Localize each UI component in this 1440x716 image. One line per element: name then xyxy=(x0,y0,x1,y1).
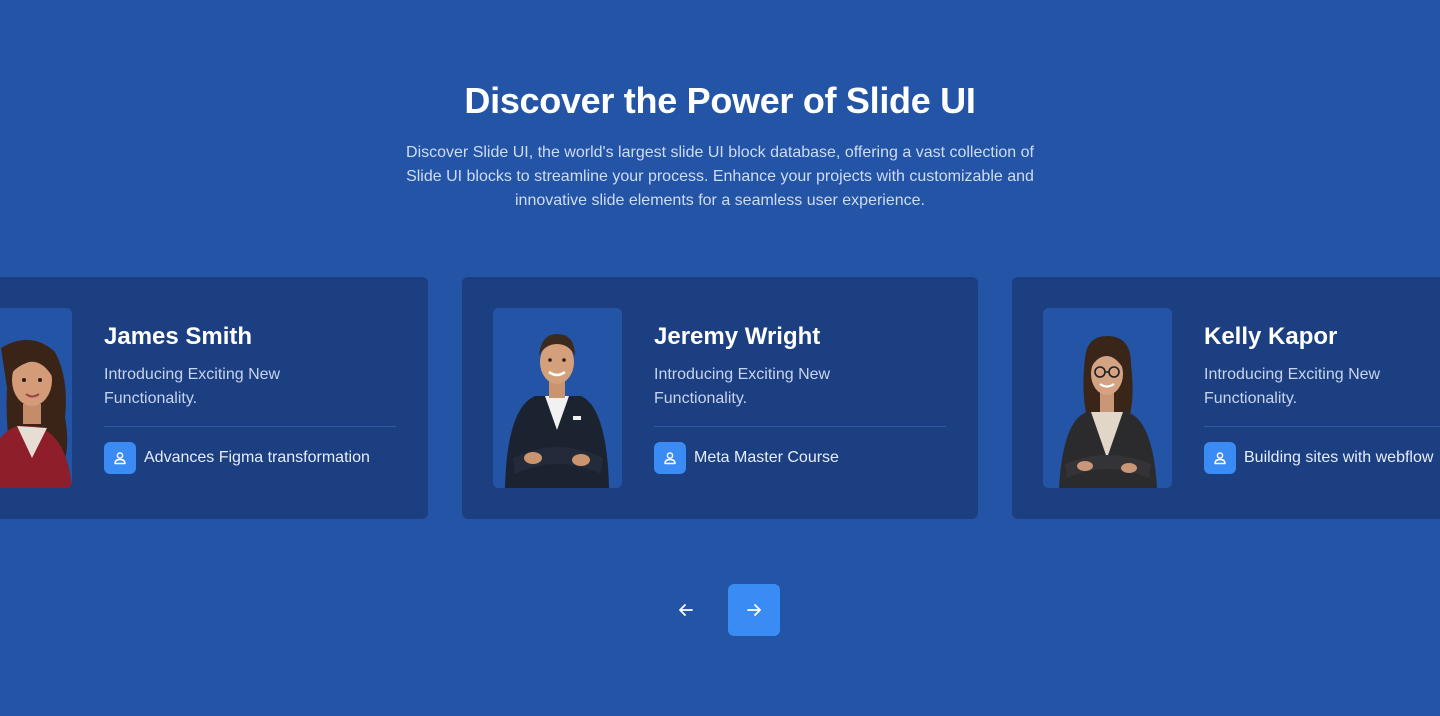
profile-description: Introducing Exciting New Functionality. xyxy=(104,366,281,407)
course-label: Advances Figma transformation xyxy=(144,449,370,466)
profile-name: Jeremy Wright xyxy=(654,323,821,350)
user-icon xyxy=(104,442,136,474)
slide-section: Discover the Power of Slide UI Discover … xyxy=(0,0,1440,716)
course-link[interactable]: Meta Master Course xyxy=(654,442,839,474)
user-icon xyxy=(1204,442,1236,474)
carousel-navigation xyxy=(660,584,780,636)
user-icon xyxy=(654,442,686,474)
profile-name: James Smith xyxy=(104,323,253,350)
arrow-left-icon xyxy=(679,604,693,616)
profile-photo xyxy=(0,308,72,488)
card-divider xyxy=(104,426,396,427)
profile-photo xyxy=(1043,308,1172,488)
profile-description: Introducing Exciting New Functionality. xyxy=(654,366,831,407)
profile-card[interactable]: Kelly Kapor Introducing Exciting New Fun… xyxy=(1012,277,1440,519)
profile-photo xyxy=(493,308,622,488)
section-title: Discover the Power of Slide UI xyxy=(464,80,976,121)
card-carousel[interactable]: James Smith Introducing Exciting New Fun… xyxy=(0,277,1440,519)
card-divider xyxy=(1204,426,1440,427)
arrow-right-icon xyxy=(747,604,761,616)
profile-card[interactable]: James Smith Introducing Exciting New Fun… xyxy=(0,277,428,519)
course-link[interactable]: Advances Figma transformation xyxy=(104,442,370,474)
card-divider xyxy=(654,426,946,427)
profile-card[interactable]: Jeremy Wright Introducing Exciting New F… xyxy=(462,277,978,519)
prev-button[interactable] xyxy=(660,584,712,636)
course-link[interactable]: Building sites with webflow xyxy=(1204,442,1433,474)
course-label: Meta Master Course xyxy=(694,449,839,466)
next-button[interactable] xyxy=(728,584,780,636)
profile-name: Kelly Kapor xyxy=(1204,323,1338,350)
course-label: Building sites with webflow xyxy=(1244,449,1434,466)
section-subtitle: Discover Slide UI, the world's largest s… xyxy=(406,144,1034,209)
profile-description: Introducing Exciting New Functionality. xyxy=(1204,366,1381,407)
